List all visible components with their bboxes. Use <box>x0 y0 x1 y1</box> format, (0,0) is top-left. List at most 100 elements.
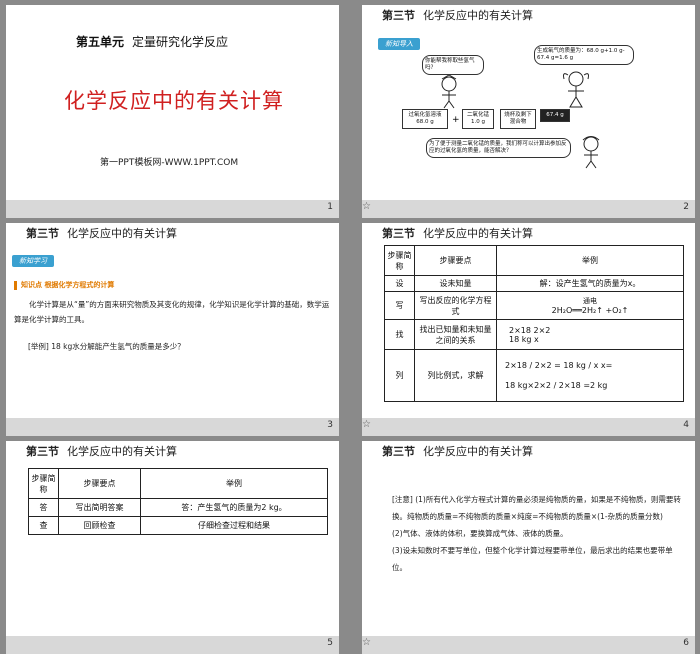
unit-heading: 第五单元 定量研究化学反应 <box>76 33 228 50</box>
equation: 2H₂O══2H₂↑ +O₂↑ <box>551 306 629 315</box>
box-scale: 67.4 g <box>540 109 570 123</box>
section-heading: 第三节 化学反应中的有关计算 <box>382 443 533 459</box>
speech-bubble-left: 你能帮我称取些氢气吗？ <box>422 55 484 76</box>
table-row: 查 回顾检查 仔细检查过程和结果 <box>28 516 328 535</box>
section-title: 化学反应中的有关计算 <box>423 227 533 240</box>
slide-2-footer: ☆ 2 <box>362 200 695 218</box>
table-row: 列 列比例式，求解 2×18 / 2×2 = 18 kg / x x= 18 k… <box>384 349 684 402</box>
slide-6-footer: ☆ 6 <box>362 636 695 654</box>
teacher-figure-icon <box>582 136 600 169</box>
header-cell: 举例 <box>496 245 684 276</box>
note-paragraph: [注意] (1)所有代入化学方程式计算的量必须是纯物质的量，如果是不纯物质，则需… <box>392 495 681 521</box>
kp-bar <box>14 280 17 290</box>
step-point: 设未知量 <box>414 275 497 292</box>
knowledge-point: 知识点 根据化学方程式的计算 <box>14 280 114 290</box>
step-point: 写出反应的化学方程式 <box>414 291 497 320</box>
star-icon[interactable]: ☆ <box>362 201 371 212</box>
kp-title: 根据化学方程式的计算 <box>44 281 115 289</box>
step-short: 答 <box>28 498 59 517</box>
table-row: 写 写出反应的化学方程式 通电 2H₂O══2H₂↑ +O₂↑ <box>384 291 684 320</box>
step-point: 写出简明答案 <box>58 498 141 517</box>
result-line: 18 kg×2×2 / 2×18 =2 kg <box>505 380 608 390</box>
slide-1-footer: 1 <box>6 200 339 218</box>
step-example: 2×18 2×2 18 kg x <box>496 319 684 350</box>
page-number: 1 <box>327 202 333 212</box>
slide-2[interactable]: 第三节 化学反应中的有关计算 新知导入 你能帮我称取些氢气吗？ 生成氧气的质量为：… <box>362 5 695 200</box>
note-paragraph: (3)设未知数时不要写单位，但整个化学计算过程要带单位，最后求出的结果也要带单位… <box>392 546 673 572</box>
slide-6[interactable]: 第三节 化学反应中的有关计算 [注意] (1)所有代入化学方程式计算的量必须是纯物… <box>362 441 695 636</box>
section-title: 化学反应中的有关计算 <box>423 445 533 458</box>
step-example: 答：产生氢气的质量为2 kg。 <box>140 498 328 517</box>
step-example: 仔细检查过程和结果 <box>140 516 328 535</box>
step-short: 设 <box>384 275 415 292</box>
unit-label: 第五单元 <box>76 35 125 49</box>
kp-label: 知识点 <box>21 281 42 289</box>
table-header-row: 步骤简称 步骤要点 举例 <box>384 245 684 276</box>
table-header-row: 步骤简称 步骤要点 举例 <box>28 468 328 499</box>
example-text: [举例] 18 kg水分解能产生氢气的质量是多少？ <box>28 342 185 351</box>
slide-5-footer: 5 <box>6 636 339 654</box>
step-short: 写 <box>384 291 415 320</box>
page-number: 4 <box>683 420 689 430</box>
section-label: 第三节 <box>382 445 415 458</box>
section-label: 第三节 <box>26 445 59 458</box>
box-manganese: 二氧化锰 1.0 g <box>462 109 494 130</box>
section-heading: 第三节 化学反应中的有关计算 <box>382 7 533 23</box>
header-cell: 步骤要点 <box>414 245 497 276</box>
proportion-line: 2×18 / 2×2 = 18 kg / x x= <box>505 360 613 370</box>
slide-5[interactable]: 第三节 化学反应中的有关计算 步骤简称 步骤要点 举例 答 写出简明答案 答：产生… <box>6 441 339 636</box>
note-paragraph: (2)气体、液体的体积，要换算成气体、液体的质量。 <box>392 529 568 538</box>
page-number: 2 <box>683 202 689 212</box>
step-point: 列比例式，求解 <box>414 349 497 402</box>
box-peroxide: 过氧化氢溶液 68.0 g <box>402 109 448 130</box>
section-title: 化学反应中的有关计算 <box>67 227 177 240</box>
star-icon[interactable]: ☆ <box>362 637 371 648</box>
section-heading: 第三节 化学反应中的有关计算 <box>382 225 533 241</box>
header-cell: 步骤要点 <box>58 468 141 499</box>
steps-table: 步骤简称 步骤要点 举例 答 写出简明答案 答：产生氢气的质量为2 kg。 查 … <box>28 468 328 535</box>
boy-figure-icon <box>441 75 457 109</box>
table-row: 答 写出简明答案 答：产生氢气的质量为2 kg。 <box>28 498 328 517</box>
header-cell: 举例 <box>140 468 328 499</box>
ratio-line-b: 18 kg x <box>509 334 539 344</box>
step-point: 回顾检查 <box>58 516 141 535</box>
page-number: 5 <box>327 638 333 648</box>
slide-3-footer: 3 <box>6 418 339 436</box>
step-short: 列 <box>384 349 415 402</box>
main-title: 化学反应中的有关计算 <box>64 89 284 113</box>
box-beaker: 烧杯及剩下 混合物 <box>500 109 536 130</box>
speech-bubble-bottom: 为了便于测量二氧化锰的质量，我们称可以计算出参加反应的过氧化氢的质量，能否解决？ <box>426 138 571 159</box>
section-title: 化学反应中的有关计算 <box>67 445 177 458</box>
header-cell: 步骤简称 <box>384 245 415 276</box>
steps-table: 步骤简称 步骤要点 举例 设 设未知量 解：设产生氢气的质量为x。 写 写出反应… <box>384 245 684 402</box>
speech-bubble-right: 生成氧气的质量为：68.0 g+1.0 g-67.4 g=1.6 g <box>534 45 634 66</box>
site-label: 第一PPT模板网-WWW.1PPT.COM <box>100 158 239 168</box>
ratio-line-a: 2×18 2×2 <box>509 325 551 335</box>
step-example: 通电 2H₂O══2H₂↑ +O₂↑ <box>496 291 684 320</box>
new-intro-badge: 新知导入 <box>378 38 420 50</box>
new-study-badge: 新知学习 <box>12 255 54 267</box>
slide-3[interactable]: 第三节 化学反应中的有关计算 新知学习 知识点 根据化学方程式的计算 化学计算是从… <box>6 223 339 418</box>
step-short: 找 <box>384 319 415 350</box>
step-example: 2×18 / 2×2 = 18 kg / x x= 18 kg×2×2 / 2×… <box>496 349 684 402</box>
note-block: [注意] (1)所有代入化学方程式计算的量必须是纯物质的量，如果是不纯物质，则需… <box>392 491 687 576</box>
star-icon[interactable]: ☆ <box>362 419 371 430</box>
header-cell: 步骤简称 <box>28 468 59 499</box>
slide-1[interactable]: 第五单元 定量研究化学反应 化学反应中的有关计算 第一PPT模板网-WWW.1PP… <box>6 5 339 200</box>
girl-figure-icon <box>563 71 589 108</box>
step-example: 解：设产生氢气的质量为x。 <box>496 275 684 292</box>
table-row: 找 找出已知量和未知量之间的关系 2×18 2×2 18 kg x <box>384 319 684 350</box>
section-heading: 第三节 化学反应中的有关计算 <box>26 443 177 459</box>
section-label: 第三节 <box>382 227 415 240</box>
body-paragraph: 化学计算是从“量”的方面来研究物质及其变化的规律，化学知识是化学计算的基础，数学… <box>14 300 330 324</box>
condition-label: 通电 <box>583 297 597 305</box>
section-label: 第三节 <box>382 9 415 22</box>
step-short: 查 <box>28 516 59 535</box>
step-point: 找出已知量和未知量之间的关系 <box>414 319 497 350</box>
table-row: 设 设未知量 解：设产生氢气的质量为x。 <box>384 275 684 292</box>
slide-4[interactable]: 第三节 化学反应中的有关计算 步骤简称 步骤要点 举例 设 设未知量 解：设产生氢… <box>362 223 695 418</box>
plus-sign: + <box>452 115 460 125</box>
section-heading: 第三节 化学反应中的有关计算 <box>26 225 177 241</box>
page-number: 6 <box>683 638 689 648</box>
section-title: 化学反应中的有关计算 <box>423 9 533 22</box>
